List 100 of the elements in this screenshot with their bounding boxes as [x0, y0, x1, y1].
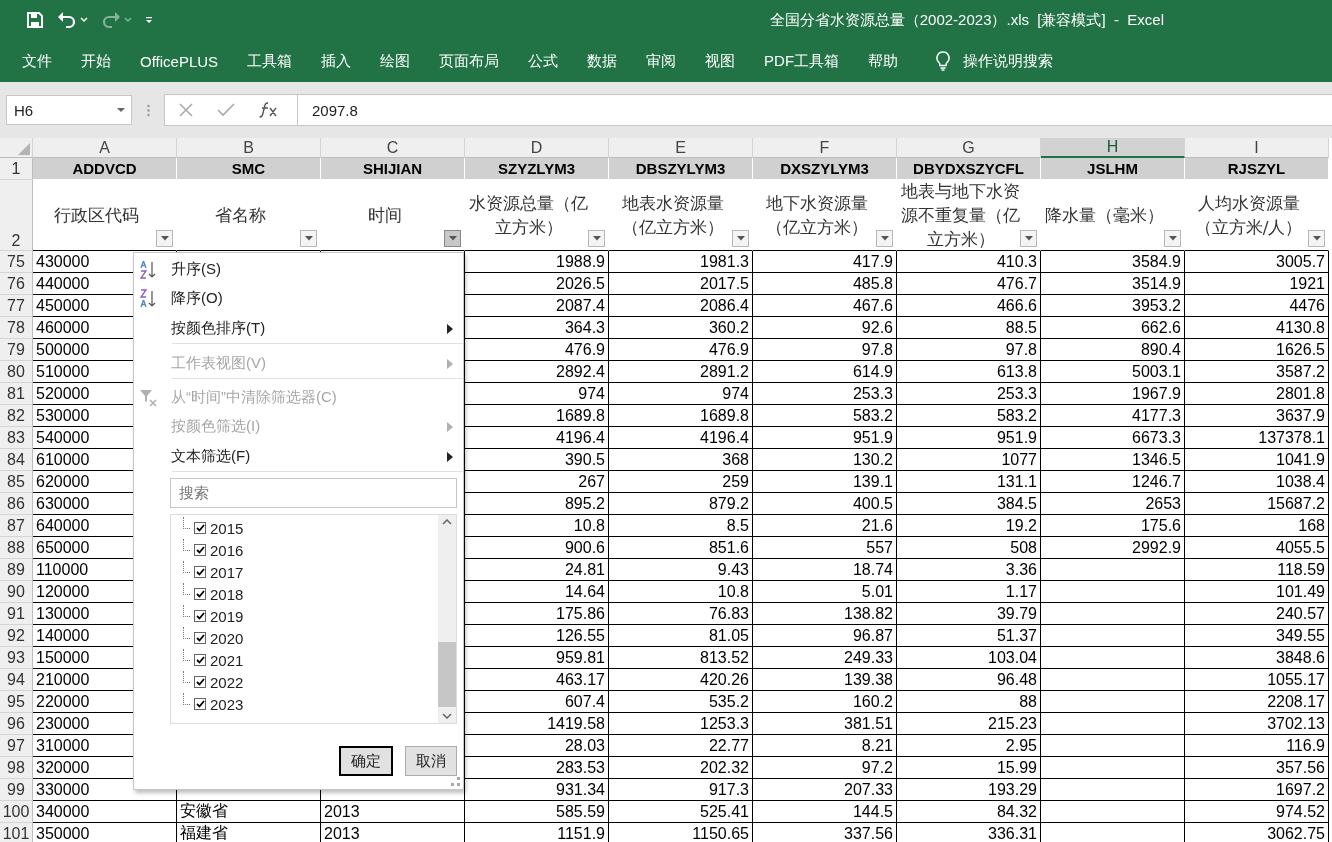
caret-icon[interactable] — [80, 17, 88, 23]
column-header[interactable]: B — [177, 138, 321, 158]
checkbox[interactable] — [194, 610, 206, 622]
filter-button[interactable] — [444, 230, 461, 247]
search-field[interactable]: 搜索 — [170, 478, 457, 508]
undo-icon[interactable] — [57, 11, 77, 29]
row-header[interactable]: 94 — [0, 669, 33, 691]
column-header[interactable]: D — [465, 138, 609, 158]
row-header[interactable]: 96 — [0, 713, 33, 735]
ribbon-tab[interactable]: 绘图 — [380, 51, 411, 71]
caret-icon[interactable] — [117, 107, 125, 113]
row-header[interactable]: 84 — [0, 449, 33, 471]
row-header[interactable]: 78 — [0, 317, 33, 339]
scroll-down-icon[interactable] — [442, 713, 452, 719]
row-header[interactable]: 97 — [0, 735, 33, 757]
ribbon-tab[interactable]: OfficePLUS — [140, 52, 219, 70]
row-header[interactable]: 92 — [0, 625, 33, 647]
checkbox[interactable] — [194, 522, 206, 534]
row-header[interactable]: 95 — [0, 691, 33, 713]
resize-grip-icon[interactable] — [451, 777, 460, 786]
save-icon[interactable] — [26, 11, 44, 29]
row-header[interactable]: 2 — [0, 180, 33, 251]
filter-button[interactable] — [876, 230, 893, 247]
table-cell: 139.38 — [753, 669, 897, 691]
table-cell: 1041.9 — [1185, 449, 1329, 471]
ribbon-tab[interactable]: 文件 — [22, 51, 52, 71]
ribbon-tab[interactable]: 视图 — [705, 51, 736, 71]
checkbox[interactable] — [194, 654, 206, 666]
scroll-up-icon[interactable] — [442, 519, 452, 525]
ribbon-tab[interactable]: 公式 — [528, 51, 559, 71]
row-header[interactable]: 91 — [0, 603, 33, 625]
lightbulb-icon[interactable] — [935, 51, 952, 71]
checkbox[interactable] — [194, 676, 206, 688]
ribbon-tab[interactable]: 帮助 — [868, 51, 899, 71]
submenu-arrow-icon — [447, 421, 453, 432]
row-header[interactable]: 88 — [0, 537, 33, 559]
row-header[interactable]: 80 — [0, 361, 33, 383]
dialog-button[interactable]: 确定 — [339, 746, 393, 776]
checkbox[interactable] — [194, 544, 206, 556]
filter-button[interactable] — [588, 230, 605, 247]
column-header[interactable]: A — [33, 138, 177, 158]
row-header[interactable]: 1 — [0, 158, 33, 180]
table-cell: 4055.5 — [1185, 537, 1329, 559]
row-header[interactable]: 99 — [0, 779, 33, 801]
row-header[interactable]: 100 — [0, 801, 33, 823]
row-header[interactable]: 86 — [0, 493, 33, 515]
table-cell: 76.83 — [609, 603, 753, 625]
ribbon-tab[interactable]: 插入 — [321, 51, 352, 71]
filter-button[interactable] — [300, 230, 317, 247]
ribbon-tab[interactable]: PDF工具箱 — [764, 51, 840, 71]
column-header[interactable]: H — [1041, 138, 1185, 158]
submenu-arrow-icon — [447, 323, 453, 334]
row-header[interactable]: 81 — [0, 383, 33, 405]
row-header[interactable]: 82 — [0, 405, 33, 427]
ribbon-tab[interactable]: 审阅 — [646, 51, 677, 71]
name-box[interactable]: H6 — [6, 95, 132, 125]
ribbon-tab[interactable]: 工具箱 — [247, 51, 293, 71]
ribbon-tab[interactable]: 页面布局 — [439, 51, 500, 71]
customize-toolbar-icon[interactable] — [145, 16, 153, 24]
filter-button[interactable] — [156, 230, 173, 247]
ribbon-tab[interactable]: 开始 — [81, 51, 111, 71]
table-cell: 1150.65 — [609, 823, 753, 842]
table-cell: 974 — [609, 383, 753, 405]
checkbox[interactable] — [194, 566, 206, 578]
row-header[interactable]: 87 — [0, 515, 33, 537]
column-header[interactable]: G — [897, 138, 1041, 158]
table-cell: 3005.7 — [1185, 251, 1329, 273]
filter-button[interactable] — [1020, 230, 1037, 247]
checkbox[interactable] — [194, 588, 206, 600]
row-header[interactable]: 101 — [0, 823, 33, 842]
row-header[interactable]: 93 — [0, 647, 33, 669]
row-header[interactable]: 76 — [0, 273, 33, 295]
table-cell: 813.52 — [609, 647, 753, 669]
scrollbar-thumb[interactable] — [438, 642, 456, 707]
table-cell: 917.3 — [609, 779, 753, 801]
checkbox[interactable] — [194, 632, 206, 644]
column-header[interactable]: I — [1185, 138, 1329, 158]
checkbox[interactable] — [194, 698, 206, 710]
row-header[interactable]: 89 — [0, 559, 33, 581]
filter-button[interactable] — [1164, 230, 1181, 247]
table-cell: 1346.5 — [1041, 449, 1185, 471]
row-header[interactable]: 85 — [0, 471, 33, 493]
table-cell: 384.5 — [897, 493, 1041, 515]
column-header[interactable]: F — [753, 138, 897, 158]
column-header[interactable]: C — [321, 138, 465, 158]
row-header[interactable]: 98 — [0, 757, 33, 779]
row-header[interactable]: 83 — [0, 427, 33, 449]
column-header[interactable]: E — [609, 138, 753, 158]
filter-button[interactable] — [1308, 230, 1325, 247]
filter-button[interactable] — [732, 230, 749, 247]
dialog-button[interactable]: 取消 — [405, 746, 457, 776]
ribbon-tab[interactable]: 数据 — [587, 51, 618, 71]
row-header[interactable]: 75 — [0, 251, 33, 273]
scrollbar[interactable] — [438, 515, 456, 723]
row-header[interactable]: 77 — [0, 295, 33, 317]
table-cell: 283.53 — [465, 757, 609, 779]
table-cell: 381.51 — [753, 713, 897, 735]
row-header[interactable]: 90 — [0, 581, 33, 603]
row-header[interactable]: 79 — [0, 339, 33, 361]
tell-me-search[interactable]: 操作说明搜索 — [963, 51, 1054, 71]
